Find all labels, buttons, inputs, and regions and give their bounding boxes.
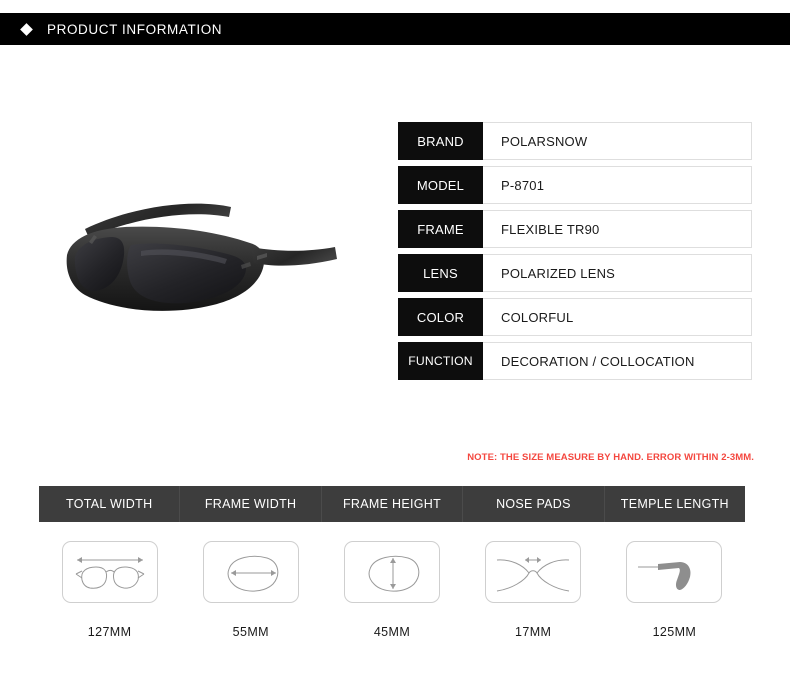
measurement-cards: 127MM 55MM 45MM 17MM 125MM	[39, 541, 745, 639]
page-title: PRODUCT INFORMATION	[47, 21, 223, 37]
measure-column-nose-pads: 17MM	[463, 541, 604, 639]
measurement-section: TOTAL WIDTH FRAME WIDTH FRAME HEIGHT NOS…	[39, 486, 745, 639]
measure-value-frame-height: 45MM	[373, 625, 411, 639]
measure-card-frame-width	[202, 541, 299, 603]
specification-table: BRAND POLARSNOW MODEL P-8701 FRAME FLEXI…	[398, 122, 752, 386]
nose-bridge-icon	[497, 557, 570, 592]
table-row: BRAND POLARSNOW	[398, 122, 752, 160]
measurement-header-bar: TOTAL WIDTH FRAME WIDTH FRAME HEIGHT NOS…	[39, 486, 745, 522]
measure-header-frame-width: FRAME WIDTH	[180, 486, 322, 522]
table-row: MODEL P-8701	[398, 166, 752, 204]
glasses-total-width-icon	[75, 557, 144, 589]
spec-label-model: MODEL	[398, 166, 483, 204]
temple-arm-icon	[638, 562, 691, 590]
spec-value-color: COLORFUL	[483, 298, 752, 336]
table-row: LENS POLARIZED LENS	[398, 254, 752, 292]
measure-value-frame-width: 55MM	[232, 625, 269, 639]
measure-card-total-width	[61, 541, 158, 603]
measure-column-frame-height: 45MM	[321, 541, 462, 639]
table-row: FRAME FLEXIBLE TR90	[398, 210, 752, 248]
spec-value-frame: FLEXIBLE TR90	[483, 210, 752, 248]
measure-header-temple-length: TEMPLE LENGTH	[620, 497, 729, 511]
measure-card-temple-length	[626, 541, 723, 603]
measure-column-total-width: 127MM	[39, 541, 180, 639]
size-note: NOTE: THE SIZE MEASURE BY HAND. ERROR WI…	[467, 452, 754, 463]
page-header: PRODUCT INFORMATION	[0, 13, 790, 45]
lens-height-icon	[368, 555, 420, 592]
table-row: COLOR COLORFUL	[398, 298, 752, 336]
measure-value-nose-pads: 17MM	[515, 625, 552, 639]
measure-value-total-width: 127MM	[87, 625, 132, 639]
product-image	[45, 185, 345, 330]
measure-header-total-width: TOTAL WIDTH	[39, 486, 181, 522]
spec-label-frame: FRAME	[398, 210, 483, 248]
spec-label-brand: BRAND	[398, 122, 483, 160]
measure-column-frame-width: 55MM	[180, 541, 321, 639]
spec-value-brand: POLARSNOW	[483, 122, 752, 160]
spec-label-color: COLOR	[398, 298, 483, 336]
diamond-icon	[20, 22, 33, 36]
measure-value-temple-length: 125MM	[652, 625, 697, 639]
measure-card-frame-height	[344, 541, 440, 603]
spec-label-lens: LENS	[398, 254, 483, 292]
measure-column-temple-length: 125MM	[604, 541, 745, 639]
spec-value-function: DECORATION / COLLOCATION	[483, 342, 752, 380]
measure-header-frame-height: FRAME HEIGHT	[322, 486, 464, 522]
spec-label-function: FUNCTION	[398, 342, 483, 380]
spec-value-lens: POLARIZED LENS	[483, 254, 752, 292]
measure-card-nose-pads	[485, 541, 582, 603]
lens-width-icon	[227, 555, 279, 592]
spec-value-model: P-8701	[483, 166, 752, 204]
measure-header-nose-pads: NOSE PADS	[463, 486, 605, 522]
table-row: FUNCTION DECORATION / COLLOCATION	[398, 342, 752, 380]
